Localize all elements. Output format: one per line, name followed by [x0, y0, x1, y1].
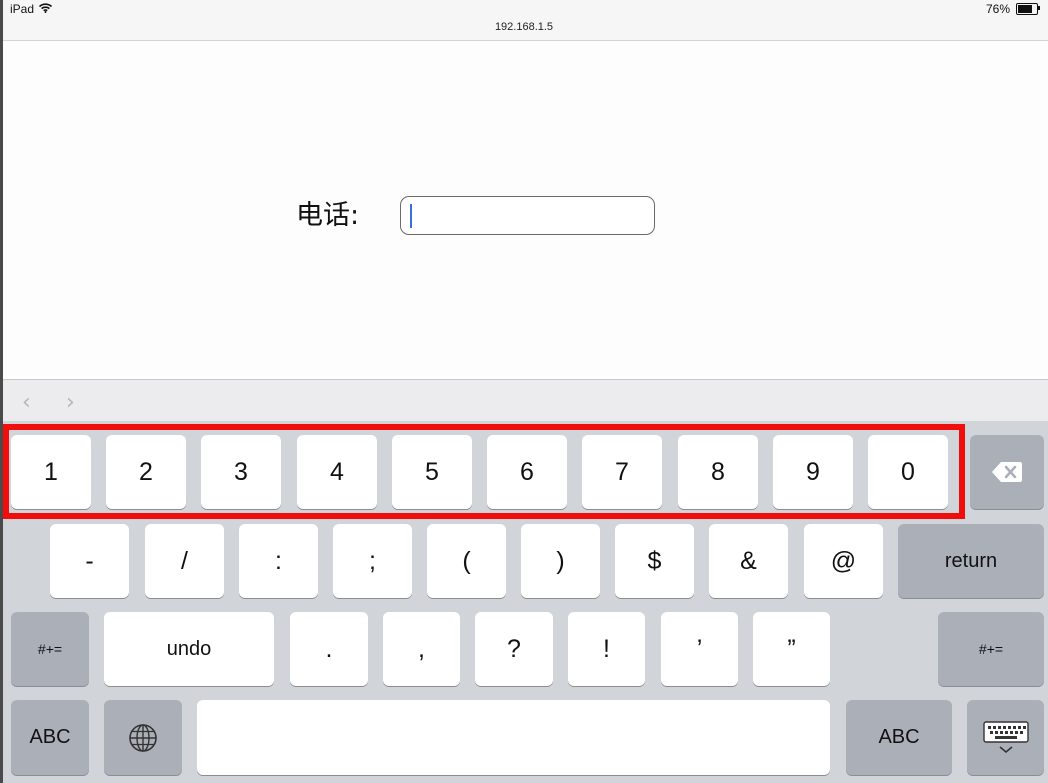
battery-icon — [1016, 3, 1040, 15]
key-semicolon[interactable]: ; — [333, 524, 412, 598]
chevron-left-icon[interactable]: ‹ — [22, 390, 31, 415]
address-bar[interactable]: 192.168.1.5 — [0, 20, 1048, 41]
phone-input[interactable] — [400, 196, 655, 235]
key-2[interactable]: 2 — [106, 435, 186, 509]
battery-percent: 76% — [985, 2, 1010, 16]
hide-keyboard-key[interactable] — [967, 700, 1044, 775]
keyboard-accessory-bar: ‹ › — [0, 379, 1048, 421]
key-at[interactable]: @ — [804, 524, 883, 598]
globe-icon — [129, 723, 157, 752]
abc-key-right[interactable]: ABC — [846, 700, 952, 775]
key-ampersand[interactable]: & — [709, 524, 788, 598]
key-question[interactable]: ? — [475, 612, 553, 686]
key-4[interactable]: 4 — [297, 435, 377, 509]
key-exclamation[interactable]: ! — [568, 612, 645, 686]
key-hyphen[interactable]: - — [50, 524, 129, 598]
key-close-paren[interactable]: ) — [521, 524, 600, 598]
text-caret — [410, 204, 412, 228]
device-name: iPad — [10, 2, 35, 16]
return-key[interactable]: return — [898, 524, 1044, 598]
key-comma[interactable]: , — [383, 612, 460, 686]
backspace-icon — [992, 462, 1022, 482]
device-edge — [0, 0, 3, 783]
key-6[interactable]: 6 — [487, 435, 567, 509]
status-bar: iPad 76% — [0, 0, 1048, 20]
undo-key[interactable]: undo — [104, 612, 274, 686]
key-3[interactable]: 3 — [201, 435, 281, 509]
url-text: 192.168.1.5 — [494, 21, 554, 33]
key-apostrophe[interactable]: ’ — [661, 612, 738, 686]
status-right: 76% — [985, 2, 1040, 16]
key-8[interactable]: 8 — [678, 435, 758, 509]
key-1[interactable]: 1 — [11, 435, 91, 509]
key-0[interactable]: 0 — [868, 435, 948, 509]
delete-key[interactable] — [970, 435, 1044, 509]
web-content: 电话: — [0, 41, 1048, 379]
key-colon[interactable]: : — [239, 524, 318, 598]
battery-level — [1018, 5, 1032, 13]
symbols-key-right[interactable]: #+= — [938, 612, 1044, 686]
key-open-paren[interactable]: ( — [427, 524, 506, 598]
key-dollar[interactable]: $ — [615, 524, 694, 598]
key-period[interactable]: . — [290, 612, 368, 686]
space-key[interactable] — [197, 700, 830, 775]
key-5[interactable]: 5 — [392, 435, 472, 509]
ipad-screen: iPad 76% 192.168.1.5 电话: ‹ › 1 2 3 4 5 6… — [0, 0, 1048, 783]
chevron-right-icon[interactable]: › — [66, 390, 75, 415]
abc-key-left[interactable]: ABC — [11, 700, 89, 775]
key-quote[interactable]: ” — [753, 612, 830, 686]
key-slash[interactable]: / — [145, 524, 224, 598]
keyboard-dismiss-icon — [982, 720, 1029, 753]
symbols-key-left[interactable]: #+= — [11, 612, 89, 686]
wifi-icon — [38, 2, 53, 16]
status-left: iPad — [10, 2, 53, 16]
globe-key[interactable] — [104, 700, 182, 775]
phone-label: 电话: — [296, 200, 360, 231]
key-7[interactable]: 7 — [582, 435, 662, 509]
key-9[interactable]: 9 — [773, 435, 853, 509]
